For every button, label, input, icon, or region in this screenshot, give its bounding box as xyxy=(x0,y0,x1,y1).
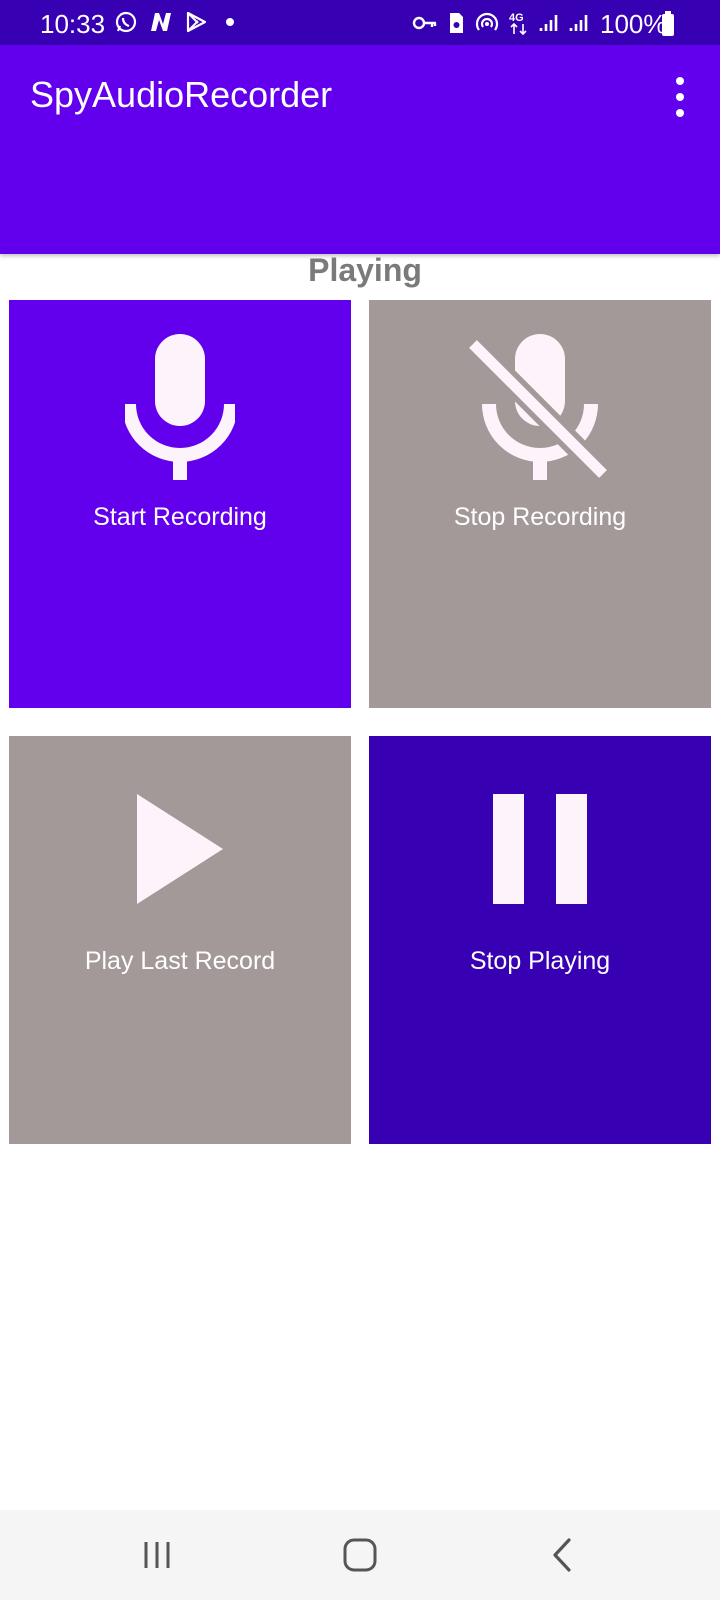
recents-icon[interactable] xyxy=(132,1532,182,1578)
n-app-icon xyxy=(151,13,171,31)
battery-icon xyxy=(662,11,674,36)
home-icon[interactable] xyxy=(335,1532,385,1578)
whatsapp-icon xyxy=(115,11,137,33)
app-bar: SpyAudioRecorder xyxy=(0,45,720,254)
status-notification-icons xyxy=(114,10,242,34)
play-store-icon xyxy=(186,11,207,33)
signal-icon xyxy=(539,15,558,31)
vpn-key-icon xyxy=(412,16,437,30)
start-recording-label: Start Recording xyxy=(93,503,267,531)
stop-recording-label: Stop Recording xyxy=(453,503,627,531)
app-title: SpyAudioRecorder xyxy=(30,74,333,115)
stop-playing-button[interactable]: Stop Playing xyxy=(369,736,711,1144)
play-last-record-label: Play Last Record xyxy=(84,947,276,975)
stop-recording-button[interactable]: Stop Recording xyxy=(369,300,711,708)
back-icon[interactable] xyxy=(537,1532,587,1578)
svg-text:4G: 4G xyxy=(509,12,524,24)
start-recording-button[interactable]: Start Recording xyxy=(9,300,351,708)
pause-icon xyxy=(493,794,587,904)
status-time: 10:33 xyxy=(40,9,106,39)
status-bar: 10:33 4G 100% xyxy=(0,0,720,45)
microphone-icon xyxy=(125,334,235,480)
signal-icon xyxy=(569,15,588,31)
hotspot-icon xyxy=(475,12,499,31)
more-vert-icon[interactable] xyxy=(670,77,690,117)
status-system-icons: 4G xyxy=(412,10,590,36)
sim-icon xyxy=(450,13,463,33)
menu-dot xyxy=(676,109,684,117)
playback-status-label: Playing xyxy=(308,252,422,288)
battery-percentage: 100% xyxy=(600,9,667,39)
play-last-record-button[interactable]: Play Last Record xyxy=(9,736,351,1144)
4g-icon: 4G xyxy=(509,12,527,36)
stop-playing-label: Stop Playing xyxy=(469,947,611,975)
play-icon xyxy=(137,794,223,904)
menu-dot xyxy=(676,77,684,85)
system-nav-bar xyxy=(0,1510,720,1600)
menu-dot xyxy=(676,93,684,101)
microphone-off-icon xyxy=(469,334,607,480)
dot-icon xyxy=(226,18,234,26)
